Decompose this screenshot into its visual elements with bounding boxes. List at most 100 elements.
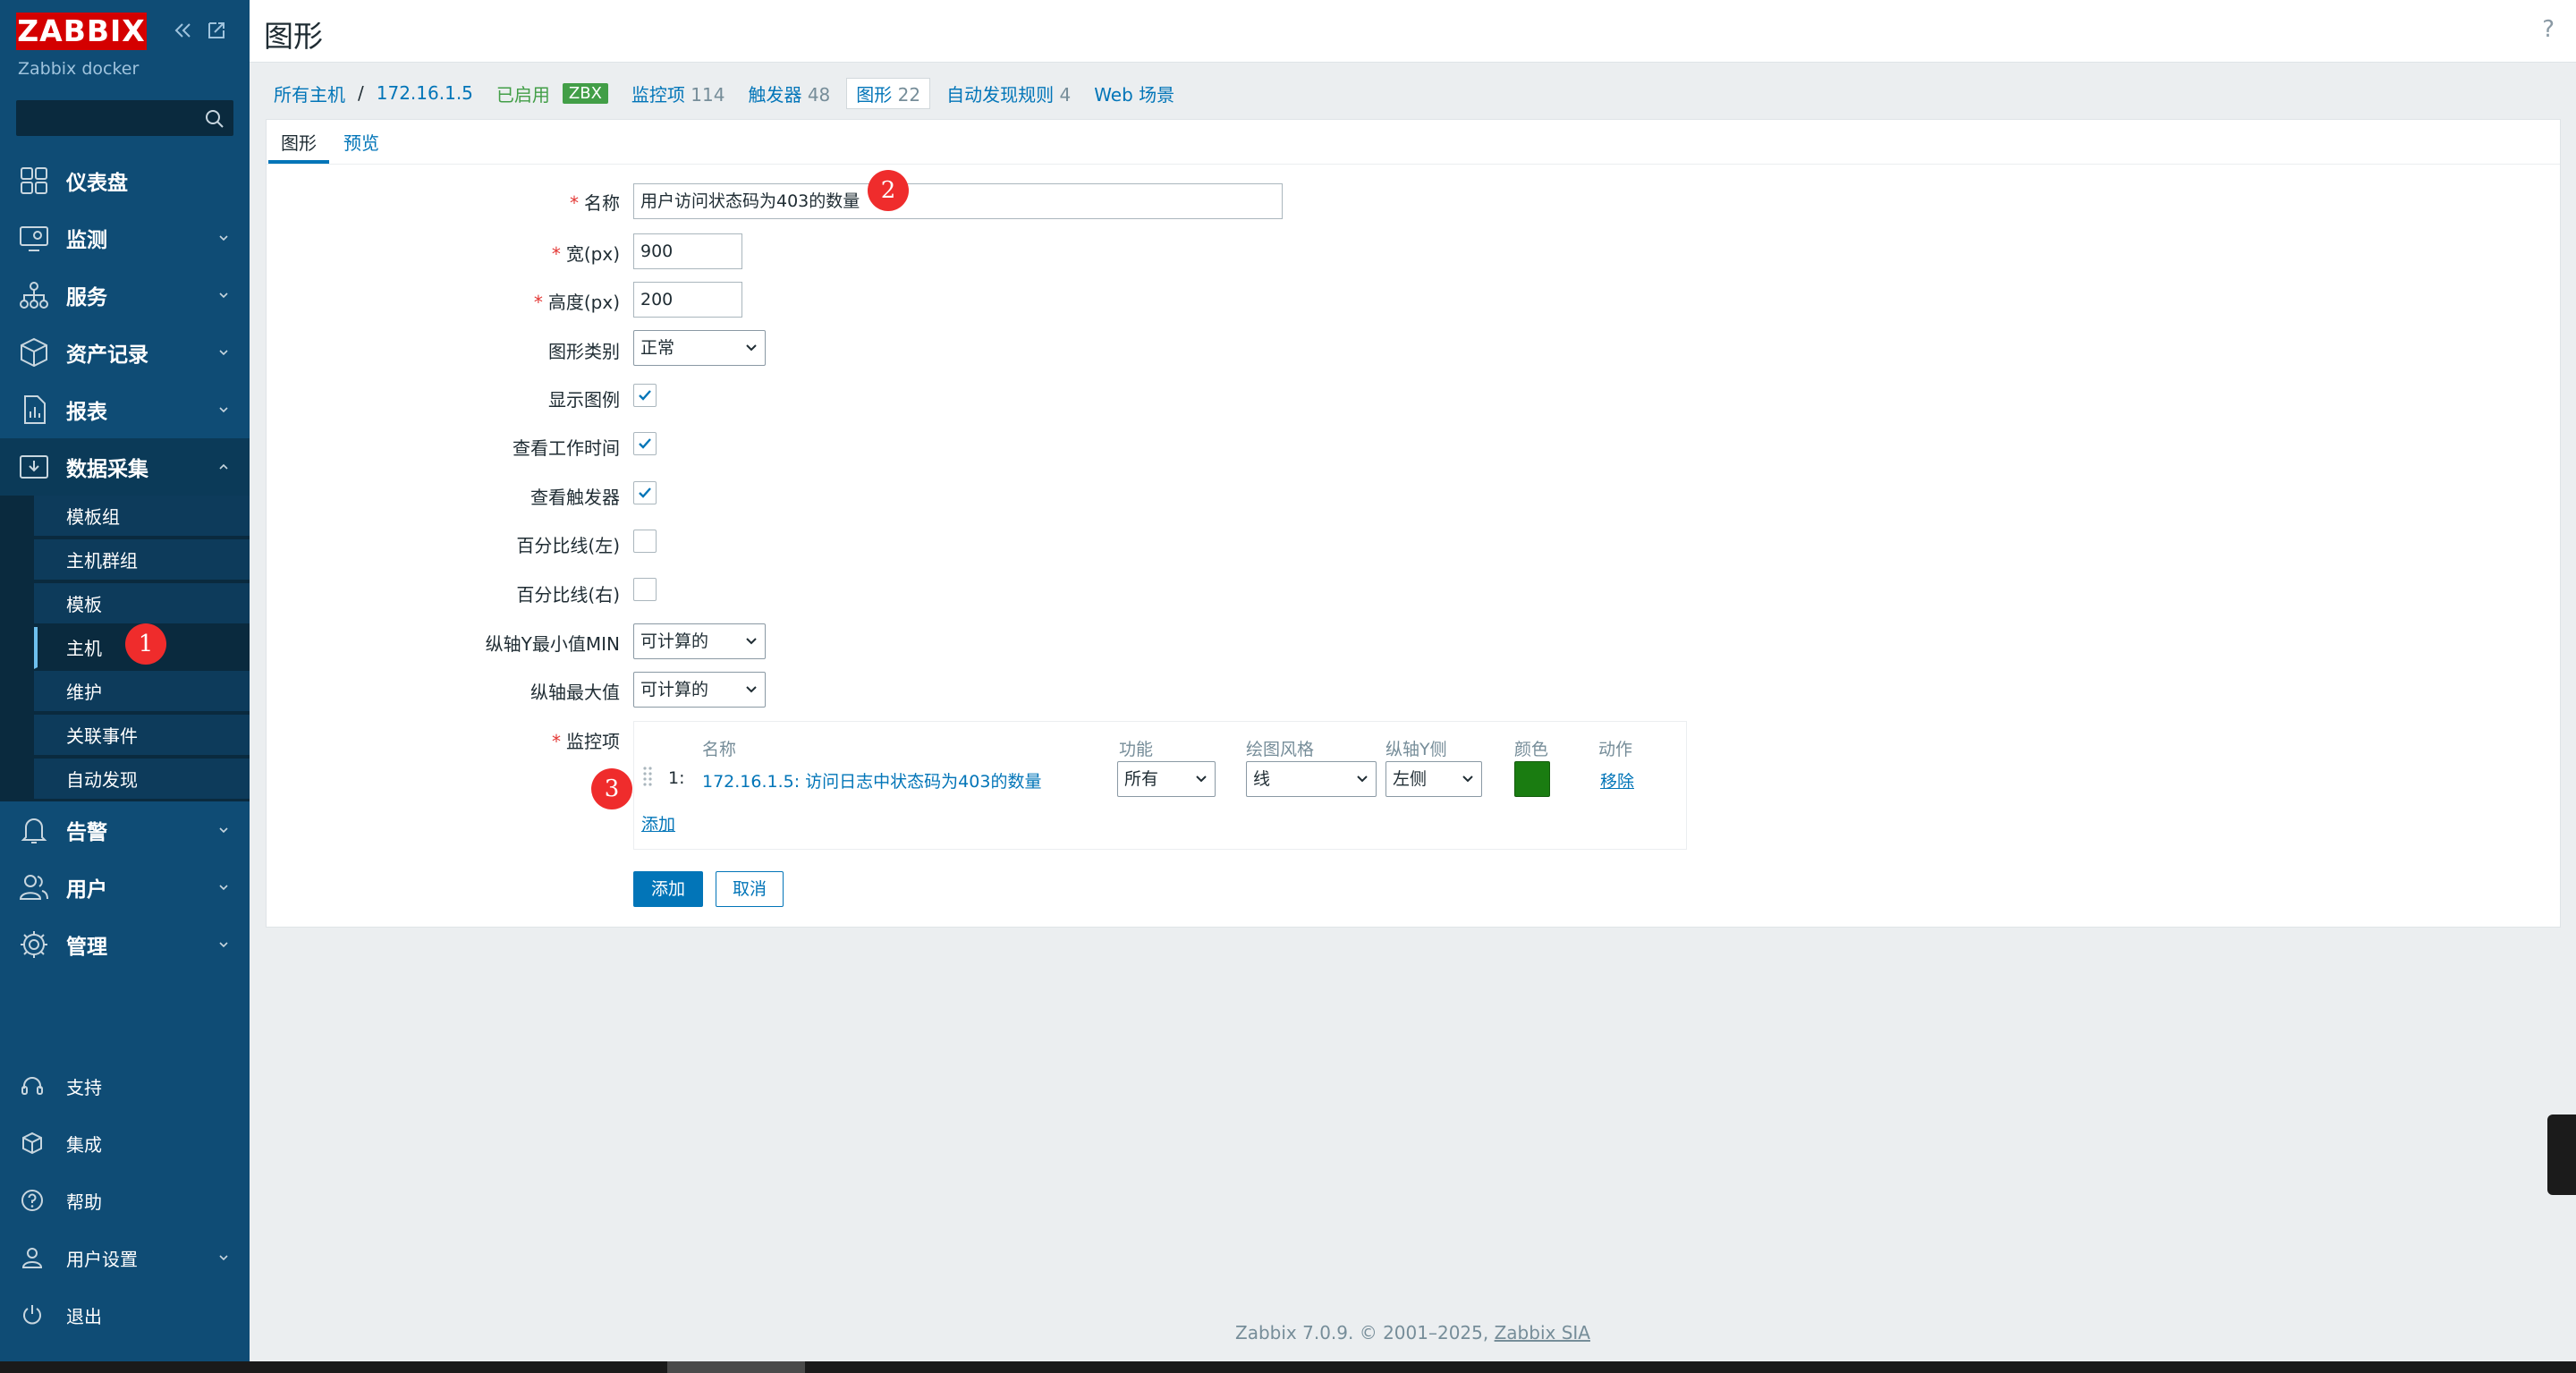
triggers-count: 48 <box>807 83 831 106</box>
submenu-templates[interactable]: 模板 <box>34 583 250 625</box>
submenu-label: 关联事件 <box>66 725 138 747</box>
taskbar <box>0 1361 2576 1373</box>
menu-label: 管理 <box>66 936 107 959</box>
breadcrumb-graphs[interactable]: 图形 22 <box>846 77 931 109</box>
chevron-down-icon <box>219 885 228 891</box>
show-triggers-checkbox[interactable] <box>633 481 657 504</box>
name-input[interactable]: 用户访问状态码为403的数量 <box>633 183 1283 219</box>
menu-user-settings[interactable]: 用户设置 <box>0 1233 250 1283</box>
data-collection-submenu: 模板组 主机群组 模板 主机 维护 关联事件 自动发现 <box>0 496 250 801</box>
items-link[interactable]: 监控项 <box>631 84 685 106</box>
item-color-picker[interactable] <box>1514 761 1550 797</box>
page-title: 图形 <box>264 19 323 54</box>
item-draw-style-select[interactable]: 线 <box>1246 761 1377 797</box>
menu-support[interactable]: 支持 <box>0 1061 250 1111</box>
footer: Zabbix 7.0.9. © 2001–2025, Zabbix SIA <box>250 1322 2576 1343</box>
menu-users[interactable]: 用户 <box>0 859 250 916</box>
menu-alerts[interactable]: 告警 <box>0 801 250 859</box>
add-button[interactable]: 添加 <box>633 871 703 907</box>
zabbix-logo[interactable]: ZABBIX <box>16 13 147 50</box>
width-label: * 宽(px) <box>551 243 620 265</box>
kiosk-mode-icon[interactable] <box>204 18 229 43</box>
tab-graph[interactable]: 图形 <box>281 129 317 155</box>
ymax-label: 纵轴最大值 <box>530 682 620 703</box>
footer-link[interactable]: Zabbix SIA <box>1495 1322 1590 1343</box>
menu-label: 数据采集 <box>66 458 148 481</box>
search-input[interactable] <box>16 100 233 136</box>
graphs-link[interactable]: 图形 <box>856 84 892 106</box>
show-worktime-checkbox[interactable] <box>633 432 657 455</box>
menu-data-collection[interactable]: 数据采集 <box>0 438 250 496</box>
submenu-host-groups[interactable]: 主机群组 <box>34 539 250 581</box>
triggers-link[interactable]: 触发器 <box>748 84 801 106</box>
ymin-select[interactable]: 可计算的 <box>633 623 766 659</box>
tab-preview[interactable]: 预览 <box>343 129 379 155</box>
menu-sign-out[interactable]: 退出 <box>0 1290 250 1340</box>
reports-icon <box>24 395 46 424</box>
ymax-select[interactable]: 可计算的 <box>633 672 766 708</box>
item-y-axis-value: 左侧 <box>1393 769 1428 789</box>
ymin-label: 纵轴Y最小值MIN <box>485 633 620 655</box>
search-icon[interactable] <box>204 108 225 130</box>
menu-label: 用户设置 <box>66 1248 138 1270</box>
col-name: 名称 <box>702 740 737 759</box>
item-name-link[interactable]: 172.16.1.5: 访问日志中状态码为403的数量 <box>702 768 1041 792</box>
breadcrumb-all-hosts[interactable]: 所有主机 <box>274 81 345 106</box>
breadcrumb-triggers[interactable]: 触发器 48 <box>748 81 830 106</box>
help-icon <box>21 1190 43 1211</box>
item-y-axis-select[interactable]: 左侧 <box>1385 761 1482 797</box>
cancel-button[interactable]: 取消 <box>716 871 784 907</box>
services-icon <box>20 282 48 309</box>
chevron-down-icon <box>746 638 757 645</box>
graph-type-select[interactable]: 正常 <box>633 330 766 366</box>
host-status-enabled[interactable]: 已启用 <box>496 81 550 106</box>
graph-items-table: 名称 功能 绘图风格 纵轴Y侧 颜色 动作 1: 172.16.1.5: 访问日… <box>633 721 1687 850</box>
chevron-down-icon <box>219 292 228 299</box>
add-item-link[interactable]: 添加 <box>641 811 675 835</box>
collapse-sidebar-icon[interactable] <box>170 18 195 43</box>
checkmark-icon <box>639 390 651 401</box>
submenu-template-groups[interactable]: 模板组 <box>34 496 250 538</box>
percentile-right-label: 百分比线(右) <box>516 584 620 606</box>
drag-handle-icon[interactable] <box>641 765 654 790</box>
menu-monitoring[interactable]: 监测 <box>0 209 250 267</box>
menu-administration[interactable]: 管理 <box>0 916 250 973</box>
breadcrumb-web-scenarios[interactable]: Web 场景 <box>1094 81 1174 106</box>
menu-label: 支持 <box>66 1076 102 1098</box>
menu-integrations[interactable]: 集成 <box>0 1118 250 1168</box>
show-legend-checkbox[interactable] <box>633 384 657 407</box>
percentile-left-checkbox[interactable] <box>633 530 657 553</box>
col-draw-style: 绘图风格 <box>1246 740 1315 759</box>
signout-icon <box>23 1305 41 1325</box>
item-index: 1: <box>668 768 685 788</box>
item-remove-link[interactable]: 移除 <box>1600 768 1634 792</box>
menu-label: 退出 <box>66 1305 102 1327</box>
discovery-count: 4 <box>1059 83 1072 106</box>
menu-label: 集成 <box>66 1133 102 1156</box>
dashboard-icon <box>21 167 47 194</box>
height-input[interactable]: 200 <box>633 282 742 318</box>
checkmark-icon <box>639 438 651 449</box>
width-input[interactable]: 900 <box>633 233 742 269</box>
discovery-link[interactable]: 自动发现规则 <box>946 84 1054 106</box>
menu-inventory[interactable]: 资产记录 <box>0 324 250 381</box>
menu-help[interactable]: 帮助 <box>0 1175 250 1225</box>
menu-dashboard[interactable]: 仪表盘 <box>0 152 250 209</box>
submenu-discovery[interactable]: 自动发现 <box>34 759 250 801</box>
side-widget-handle[interactable] <box>2547 1115 2576 1195</box>
percentile-right-checkbox[interactable] <box>633 578 657 601</box>
breadcrumb-discovery[interactable]: 自动发现规则 4 <box>946 81 1071 106</box>
sidebar: ZABBIX Zabbix docker 仪表盘 监测 服务 资产记录 报表 数… <box>0 0 250 1361</box>
item-function-select[interactable]: 所有 <box>1117 761 1216 797</box>
submenu-label: 自动发现 <box>66 769 138 791</box>
breadcrumb-host[interactable]: 172.16.1.5 <box>377 82 473 104</box>
help-icon[interactable]: ? <box>2542 16 2555 43</box>
items-label: * 监控项 <box>552 731 620 752</box>
menu-services[interactable]: 服务 <box>0 267 250 324</box>
breadcrumb-items[interactable]: 监控项 114 <box>631 81 725 106</box>
submenu-event-correlation[interactable]: 关联事件 <box>34 715 250 757</box>
submenu-maintenance[interactable]: 维护 <box>34 671 250 713</box>
menu-reports[interactable]: 报表 <box>0 381 250 438</box>
menu-label: 仪表盘 <box>66 172 128 195</box>
chevron-down-icon <box>746 344 757 352</box>
